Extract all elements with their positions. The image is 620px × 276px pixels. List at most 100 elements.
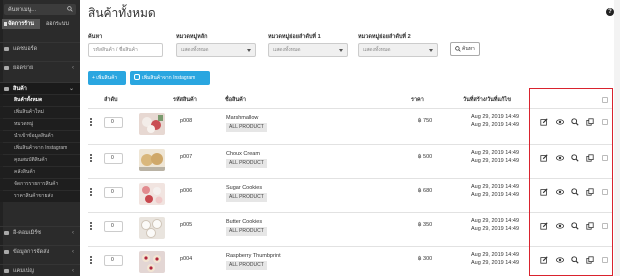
product-name[interactable]: Butter Cookies xyxy=(226,219,262,225)
created-date: Aug 29, 2019 14:49 xyxy=(471,218,520,224)
search-icon xyxy=(67,6,73,12)
sidebar-subitem-inventory[interactable]: คลังสินค้า xyxy=(0,167,80,178)
caret-down-icon xyxy=(429,49,433,52)
tag-icon xyxy=(4,87,9,91)
created-date: Aug 29, 2019 14:49 xyxy=(471,114,520,120)
product-thumbnail xyxy=(139,113,165,135)
drag-handle-icon[interactable] xyxy=(90,222,92,231)
col-header-order: ลำดับ xyxy=(104,97,118,103)
page-scrollbar[interactable] xyxy=(614,0,620,276)
order-input[interactable]: 0 xyxy=(104,117,123,128)
sidebar-subitem-all-products[interactable]: สินค้าทั้งหมด xyxy=(0,95,80,106)
updated-date: Aug 29, 2019 14:49 xyxy=(471,260,520,266)
sidebar-item-label: ยอดขาย xyxy=(13,65,34,71)
chevron-left-icon: ‹ xyxy=(72,230,74,236)
sidebar-item-sales[interactable]: ยอดขาย ‹ xyxy=(0,61,80,73)
order-input[interactable]: 0 xyxy=(104,153,123,164)
sidebar-subitem-add-product[interactable]: เพิ่มสินค้าใหม่ xyxy=(0,107,80,118)
main-category-value: แสดงทั้งหมด xyxy=(181,47,209,53)
drag-handle-icon[interactable] xyxy=(90,188,92,197)
caret-down-icon xyxy=(247,49,251,52)
sidebar-subitem-attributes[interactable]: คุณสมบัติสินค้า xyxy=(0,155,80,166)
order-input[interactable]: 0 xyxy=(104,187,123,198)
sub-category-2-value: แสดงทั้งหมด xyxy=(363,47,391,53)
updated-date: Aug 29, 2019 14:49 xyxy=(471,122,520,128)
created-date: Aug 29, 2019 14:49 xyxy=(471,150,520,156)
search-icon xyxy=(455,46,461,52)
sidebar-item-label: สินค้า xyxy=(13,86,27,92)
sidebar-mode-switch: จัดการร้าน ออกระบบ xyxy=(0,19,80,29)
sidebar-search-input[interactable]: ค้นหาเมนู... xyxy=(4,4,76,15)
order-input[interactable]: 0 xyxy=(104,255,123,266)
col-header-price: ราคา xyxy=(411,97,424,103)
product-price: ฿ 300 xyxy=(418,256,433,262)
store-icon xyxy=(4,231,9,235)
sidebar-item-ecommerce[interactable]: อี-คอมเมิร์ซ ‹ xyxy=(0,226,80,238)
cart-icon xyxy=(4,66,9,70)
drag-handle-icon[interactable] xyxy=(90,118,92,127)
product-thumbnail xyxy=(139,149,165,171)
add-from-instagram-label: เพิ่มสินค้าจาก Instagram xyxy=(142,75,196,81)
drag-handle-icon[interactable] xyxy=(90,154,92,163)
add-product-button[interactable]: + เพิ่มสินค้า xyxy=(88,71,126,85)
search-button[interactable]: ค้นหา xyxy=(450,42,480,56)
truck-icon xyxy=(4,250,9,254)
sidebar: ค้นหาเมนู... จัดการร้าน ออกระบบ แดชบอร์ด… xyxy=(0,0,80,276)
add-from-instagram-button[interactable]: เพิ่มสินค้าจาก Instagram xyxy=(130,71,210,85)
category-badge: ALL PRODUCT xyxy=(226,227,267,236)
chevron-down-icon: ⌄ xyxy=(68,86,74,92)
col-header-dates: วันที่สร้าง/วันที่แก้ไข xyxy=(463,97,511,103)
sidebar-subitem-wholesale[interactable]: ราคาสินค้าขายส่ง xyxy=(0,191,80,202)
sidebar-item-label: อี-คอมเมิร์ซ xyxy=(13,230,41,236)
sidebar-subitem-import[interactable]: นำเข้าข้อมูลสินค้า xyxy=(0,131,80,142)
sidebar-item-label: แคมเปญ xyxy=(13,268,34,274)
sidebar-subitem-manage-list[interactable]: จัดการรายการสินค้า xyxy=(0,179,80,190)
product-name[interactable]: Marshmallow xyxy=(226,115,258,121)
product-thumbnail xyxy=(139,183,165,205)
sidebar-item-products[interactable]: สินค้า ⌄ xyxy=(0,82,80,94)
category-badge: ALL PRODUCT xyxy=(226,193,267,202)
sidebar-subitem-categories[interactable]: หมวดหมู่ xyxy=(0,119,80,130)
help-icon[interactable]: ? xyxy=(606,8,614,16)
product-sku: p005 xyxy=(180,222,193,228)
main-content: สินค้าทั้งหมด ? ค้นหา รหัสสินค้า / ชื่อส… xyxy=(80,0,620,276)
product-name[interactable]: Raspberry Thumbprint xyxy=(226,253,281,259)
col-header-name: ชื่อสินค้า xyxy=(225,97,246,103)
sub-category-1-select[interactable]: แสดงทั้งหมด xyxy=(268,43,348,57)
sidebar-item-shipping[interactable]: ข้อมูลการจัดส่ง ‹ xyxy=(0,245,80,257)
search-input[interactable]: รหัสสินค้า / ชื่อสินค้า xyxy=(88,43,163,57)
updated-date: Aug 29, 2019 14:49 xyxy=(471,226,520,232)
megaphone-icon xyxy=(4,269,9,273)
sidebar-subitem-instagram[interactable]: เพิ่มสินค้าจาก Instagram xyxy=(0,143,80,154)
product-sku: p006 xyxy=(180,188,193,194)
main-category-select[interactable]: แสดงทั้งหมด xyxy=(176,43,256,57)
product-thumbnail xyxy=(139,251,165,273)
product-name[interactable]: Choux Cream xyxy=(226,151,260,157)
page-title: สินค้าทั้งหมด xyxy=(88,6,156,20)
updated-date: Aug 29, 2019 14:49 xyxy=(471,192,520,198)
logout-tab[interactable]: ออกระบบ xyxy=(42,19,80,29)
product-thumbnail xyxy=(139,217,165,239)
category-badge: ALL PRODUCT xyxy=(226,261,267,270)
created-date: Aug 29, 2019 14:49 xyxy=(471,184,520,190)
created-date: Aug 29, 2019 14:49 xyxy=(471,252,520,258)
chevron-left-icon: ‹ xyxy=(72,65,74,71)
product-name[interactable]: Sugar Cookies xyxy=(226,185,262,191)
category-badge: ALL PRODUCT xyxy=(226,123,267,132)
col-header-sku: รหัสสินค้า xyxy=(173,97,197,103)
manage-store-tab[interactable]: จัดการร้าน xyxy=(2,19,40,29)
sub-category-1-label: หมวดหมู่ย่อยลำดับที่ 1 xyxy=(268,34,321,40)
order-input[interactable]: 0 xyxy=(104,221,123,232)
sidebar-item-label: ข้อมูลการจัดส่ง xyxy=(13,249,50,255)
drag-handle-icon[interactable] xyxy=(90,256,92,265)
updated-date: Aug 29, 2019 14:49 xyxy=(471,158,520,164)
sidebar-item-dashboard[interactable]: แดชบอร์ด xyxy=(0,42,80,54)
sub-category-2-select[interactable]: แสดงทั้งหมด xyxy=(358,43,438,57)
sub-category-2-label: หมวดหมู่ย่อยลำดับที่ 2 xyxy=(358,34,411,40)
product-price: ฿ 680 xyxy=(418,188,433,194)
sub-category-1-value: แสดงทั้งหมด xyxy=(273,47,301,53)
sidebar-item-label: แดชบอร์ด xyxy=(13,46,38,52)
instagram-icon xyxy=(134,74,140,80)
dashboard-icon xyxy=(4,47,9,51)
sidebar-item-campaign[interactable]: แคมเปญ ‹ xyxy=(0,264,80,276)
